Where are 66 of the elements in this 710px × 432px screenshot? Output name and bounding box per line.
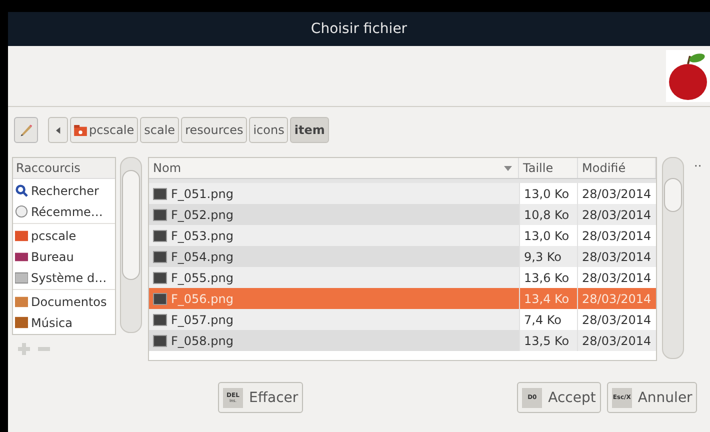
- table-cell: 13,5 Ko: [524, 334, 570, 348]
- table-cell: F_055.png: [171, 270, 234, 284]
- table-cell: 13,6 Ko: [524, 270, 570, 284]
- sidebar-item[interactable]: Récemme…: [13, 201, 115, 222]
- image-file-icon: [153, 188, 167, 200]
- image-file-icon: [153, 230, 167, 242]
- pencil-icon: [19, 123, 33, 137]
- column-header: Raccourcis: [13, 158, 115, 179]
- table-cell: 28/03/2014: [582, 228, 652, 242]
- path-segment-button[interactable]: item: [290, 117, 329, 143]
- column-header[interactable]: Modifié: [578, 158, 656, 178]
- image-file-icon: [153, 314, 167, 326]
- sidebar-item[interactable]: Bureau: [13, 246, 115, 267]
- scrollbar[interactable]: [120, 157, 142, 333]
- scrollbar[interactable]: [662, 157, 684, 359]
- table-cell: F_058.png: [171, 334, 234, 348]
- window-title: Choisir fichier: [310, 21, 408, 37]
- left-arrow-icon: [56, 126, 60, 134]
- edit-location-button[interactable]: [14, 117, 38, 143]
- back-arrow-button[interactable]: [48, 117, 68, 143]
- table-cell: 28/03/2014: [582, 250, 652, 264]
- music-folder-icon: [15, 316, 28, 329]
- table-cell: F_056.png: [171, 292, 234, 306]
- path-segment-button[interactable]: icons: [249, 117, 288, 143]
- sidebar-item[interactable]: Système d…: [13, 267, 115, 288]
- image-file-icon: [153, 250, 167, 262]
- sidebar-item[interactable]: Música: [13, 312, 115, 333]
- table-cell: 10,8 Ko: [524, 208, 570, 222]
- path-segment-button[interactable]: pcscale: [70, 117, 138, 143]
- drive-icon: [15, 271, 28, 284]
- table-cell: 13,0 Ko: [524, 228, 570, 242]
- search-icon: [15, 184, 28, 197]
- table-cell: F_057.png: [171, 312, 234, 326]
- table-cell: F_052.png: [171, 208, 234, 222]
- add-icon[interactable]: [18, 343, 30, 355]
- table-cell: F_053.png: [171, 228, 234, 242]
- table-cell: 13,0 Ko: [524, 186, 570, 200]
- folder-icon: [15, 295, 28, 308]
- clock-icon: [15, 205, 28, 218]
- table-cell: 28/03/2014: [582, 270, 652, 284]
- table-cell: 28/03/2014: [582, 186, 652, 200]
- sidebar-item[interactable]: pcscale: [13, 225, 115, 246]
- image-file-icon: [153, 334, 167, 346]
- table-cell: 28/03/2014: [582, 208, 652, 222]
- sidebar-item[interactable]: Documentos: [13, 291, 115, 312]
- table-cell: 13,4 Ko: [524, 292, 570, 306]
- table-cell: 28/03/2014: [582, 292, 652, 306]
- desktop-icon: [15, 250, 28, 263]
- apple-picture: [666, 50, 710, 102]
- image-file-icon: [153, 208, 167, 220]
- table-cell: 28/03/2014: [582, 312, 652, 326]
- table-cell: F_054.png: [171, 250, 234, 264]
- more-text: ··: [694, 159, 702, 173]
- table-cell: F_051.png: [171, 186, 234, 200]
- path-segment-button[interactable]: resources: [181, 117, 248, 143]
- table-cell: 9,3 Ko: [524, 250, 562, 264]
- remove-icon[interactable]: [38, 347, 50, 351]
- image-file-icon: [153, 272, 167, 284]
- column-header[interactable]: Taille: [519, 158, 578, 178]
- path-segment-button[interactable]: scale: [140, 117, 180, 143]
- folder-icon: [15, 229, 28, 242]
- image-file-icon: [153, 292, 167, 304]
- column-header[interactable]: Nom: [149, 158, 519, 178]
- table-cell: 7,4 Ko: [524, 312, 562, 326]
- sidebar-item[interactable]: Rechercher: [13, 180, 115, 201]
- table-cell: 28/03/2014: [582, 334, 652, 348]
